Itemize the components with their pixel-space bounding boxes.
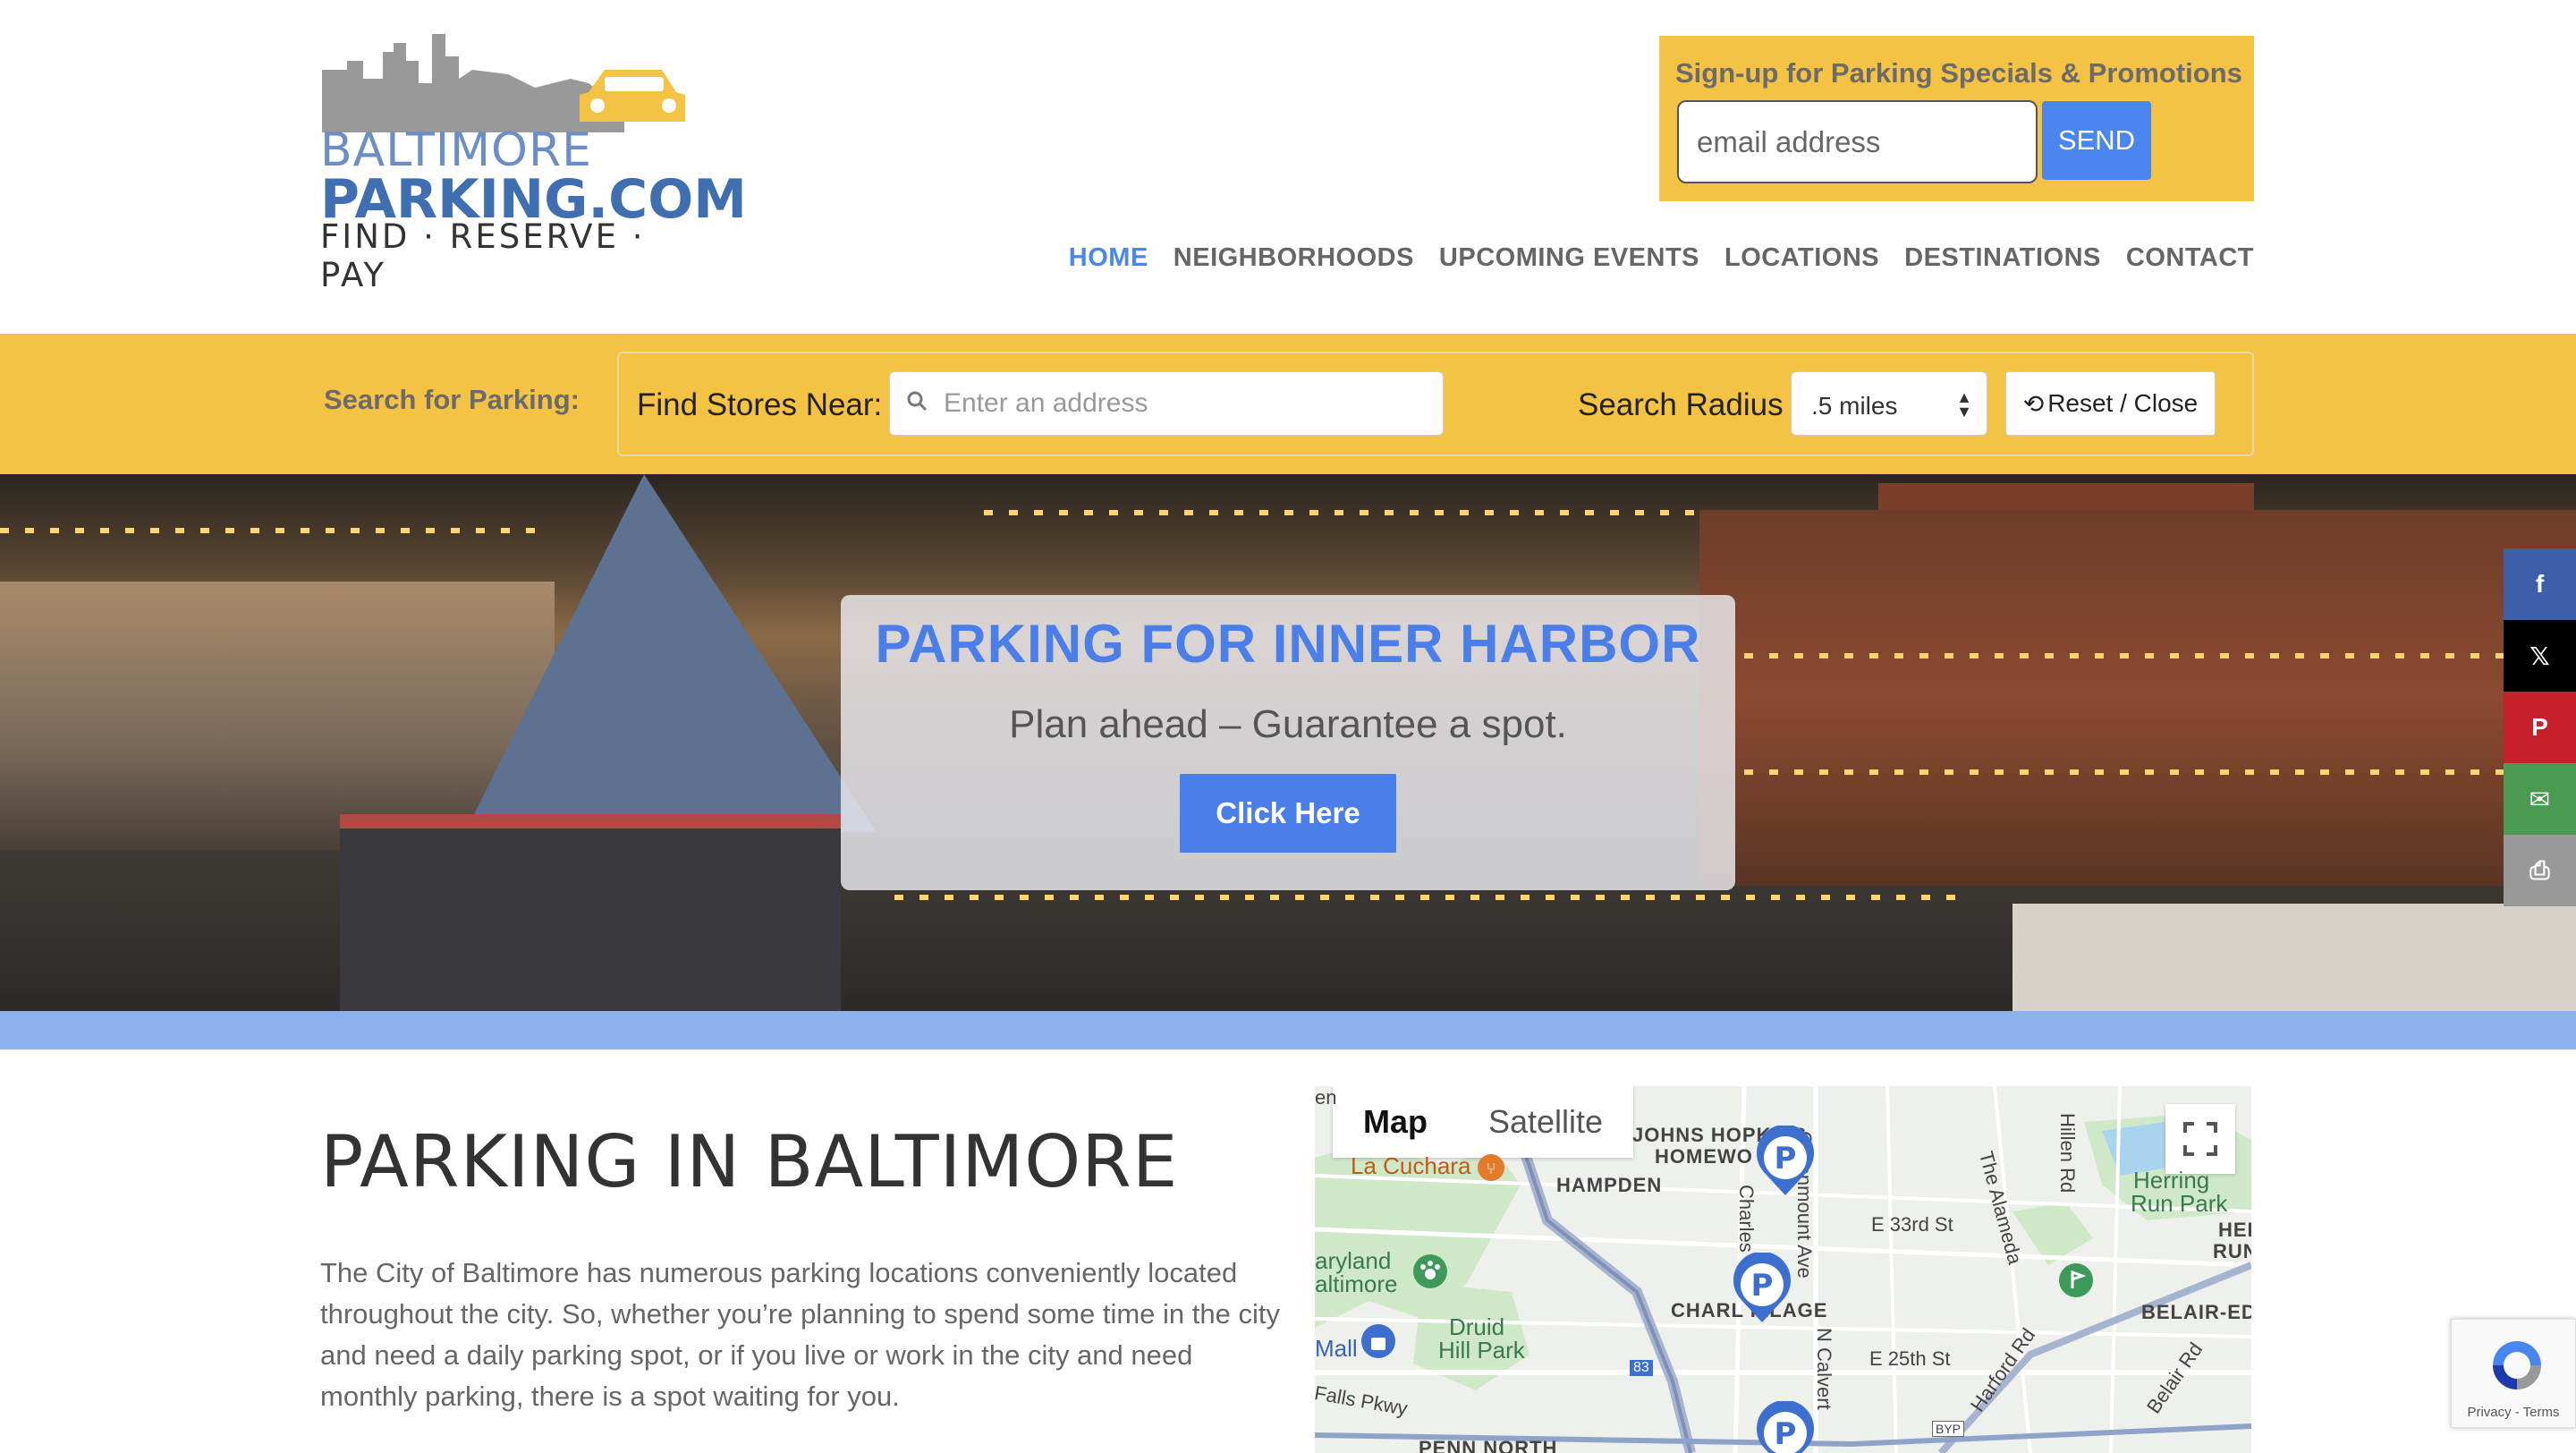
click-here-button[interactable]: Click Here <box>1180 774 1396 853</box>
intro-paragraph: The City of Baltimore has numerous parki… <box>320 1257 1280 1412</box>
print-icon[interactable]: ⎙ <box>2504 835 2576 906</box>
map-label: HER <box>2218 1219 2251 1241</box>
parking-pin-icon[interactable]: P <box>1750 1401 1821 1453</box>
x-icon[interactable]: 𝕏 <box>2504 620 2576 692</box>
byp-badge: BYP <box>1932 1421 1965 1437</box>
map-label: E 25th St <box>1869 1347 1951 1370</box>
hero-banner: PARKING FOR INNER HARBOR Plan ahead – Gu… <box>0 474 2576 1011</box>
shopping-pin-icon <box>1361 1324 1395 1358</box>
map-label: RUN <box>2213 1240 2251 1262</box>
map-label: Mall <box>1315 1335 1358 1362</box>
tab-satellite[interactable]: Satellite <box>1458 1086 1633 1158</box>
signup-box: Sign-up for Parking Specials & Promotion… <box>1659 36 2254 201</box>
map-label: N Calvert <box>1813 1328 1835 1410</box>
hero-lights <box>984 510 1699 515</box>
search-form: Find Stores Near: Enter an address Searc… <box>617 352 2254 456</box>
svg-text:⑂: ⑂ <box>1487 1160 1496 1178</box>
parking-pin-icon[interactable]: P <box>1726 1253 1798 1324</box>
parking-pin-icon[interactable]: P <box>1750 1126 1821 1197</box>
map-label: Hillen Rd <box>2056 1113 2079 1194</box>
hero-lights <box>894 895 1968 900</box>
hero-ship <box>2012 904 2576 1011</box>
pinterest-icon[interactable]: P <box>2504 692 2576 763</box>
map-label: Run Park <box>2131 1190 2228 1217</box>
search-icon <box>907 391 928 412</box>
page-heading: PARKING IN BALTIMORE <box>320 1120 1179 1203</box>
map-label: E 33rd St <box>1871 1213 1953 1236</box>
search-bar: Search for Parking: Find Stores Near: En… <box>0 334 2576 474</box>
hero-lights <box>1744 769 2549 775</box>
nav-neighborhoods[interactable]: NEIGHBORHOODS <box>1174 243 1414 273</box>
send-button[interactable]: SEND <box>2042 101 2151 180</box>
restaurant-pin-icon: ⑂ <box>1478 1154 1504 1181</box>
map-label: altimore <box>1315 1270 1398 1297</box>
social-share-bar: f 𝕏 P ✉ ⎙ <box>2504 548 2576 906</box>
divider-band <box>0 1011 2576 1049</box>
nav-home[interactable]: HOME <box>1069 243 1148 273</box>
hero-building-brick <box>1699 510 2576 886</box>
hero-card: PARKING FOR INNER HARBOR Plan ahead – Gu… <box>841 595 1735 890</box>
recaptcha-terms[interactable]: Privacy - Terms <box>2452 1405 2575 1420</box>
skyline-car-icon <box>322 34 685 132</box>
map-type-tabs: Map Satellite <box>1333 1086 1634 1158</box>
map-label: Hill Park <box>1438 1337 1525 1364</box>
reset-icon: ⟲ <box>2022 389 2045 418</box>
map-label: HOMEWO <box>1655 1145 1753 1168</box>
search-label: Search for Parking: <box>324 384 580 415</box>
park-pin-icon <box>1413 1254 1447 1288</box>
map-label: La Cuchara <box>1351 1152 1471 1179</box>
map-label: en <box>1315 1086 1337 1109</box>
reset-label: Reset / Close <box>2047 389 2199 417</box>
svg-text:P: P <box>1775 1141 1797 1177</box>
find-stores-label: Find Stores Near: <box>637 387 883 422</box>
tab-map[interactable]: Map <box>1333 1086 1458 1158</box>
nav-locations[interactable]: LOCATIONS <box>1724 243 1879 273</box>
hero-title: PARKING FOR INNER HARBOR <box>875 614 1701 674</box>
reset-close-button[interactable]: ⟲ Reset / Close <box>2005 371 2216 436</box>
main-nav: HOME NEIGHBORHOODS UPCOMING EVENTS LOCAT… <box>1069 243 2254 273</box>
interstate-83-badge: 83 <box>1630 1360 1653 1376</box>
map-label: HAMPDEN <box>1556 1174 1663 1196</box>
fullscreen-icon[interactable] <box>2165 1104 2235 1174</box>
signup-title: Sign-up for Parking Specials & Promotion… <box>1675 57 2242 89</box>
hero-aquarium <box>340 814 841 1011</box>
hero-lights <box>1744 653 2549 659</box>
search-radius-label: Search Radius <box>1578 387 1784 422</box>
select-arrows-icon: ▲ ▼ <box>1956 388 1972 421</box>
map-label: BELAIR-ED <box>2141 1301 2251 1323</box>
nav-contact[interactable]: CONTACT <box>2126 243 2254 273</box>
golf-pin-icon <box>2059 1263 2093 1297</box>
address-placeholder: Enter an address <box>944 388 1148 418</box>
site-logo[interactable]: BALTIMORE PARKING.COM FIND · RESERVE · P… <box>320 34 747 294</box>
radius-select[interactable]: .5 miles ▲ ▼ <box>1791 371 1987 436</box>
radius-value: .5 miles <box>1811 392 1898 420</box>
hero-subtitle: Plan ahead – Guarantee a spot. <box>1009 702 1567 746</box>
svg-text:P: P <box>1775 1416 1797 1452</box>
parking-map[interactable]: Map Satellite en JOHNS HOPKINS HOMEWO La… <box>1315 1086 2251 1453</box>
recaptcha-icon <box>2493 1341 2541 1389</box>
nav-destinations[interactable]: DESTINATIONS <box>1904 243 2101 273</box>
facebook-icon[interactable]: f <box>2504 548 2576 620</box>
logo-tagline: FIND · RESERVE · PAY <box>320 217 646 294</box>
svg-text:P: P <box>1751 1268 1774 1304</box>
email-icon[interactable]: ✉ <box>2504 763 2576 835</box>
map-label: PENN NORTH <box>1419 1437 1558 1453</box>
recaptcha-badge[interactable]: Privacy - Terms <box>2451 1319 2576 1428</box>
address-input[interactable]: Enter an address <box>889 371 1444 436</box>
nav-upcoming-events[interactable]: UPCOMING EVENTS <box>1439 243 1699 273</box>
hero-lights <box>0 528 537 533</box>
email-field[interactable] <box>1677 100 2038 183</box>
